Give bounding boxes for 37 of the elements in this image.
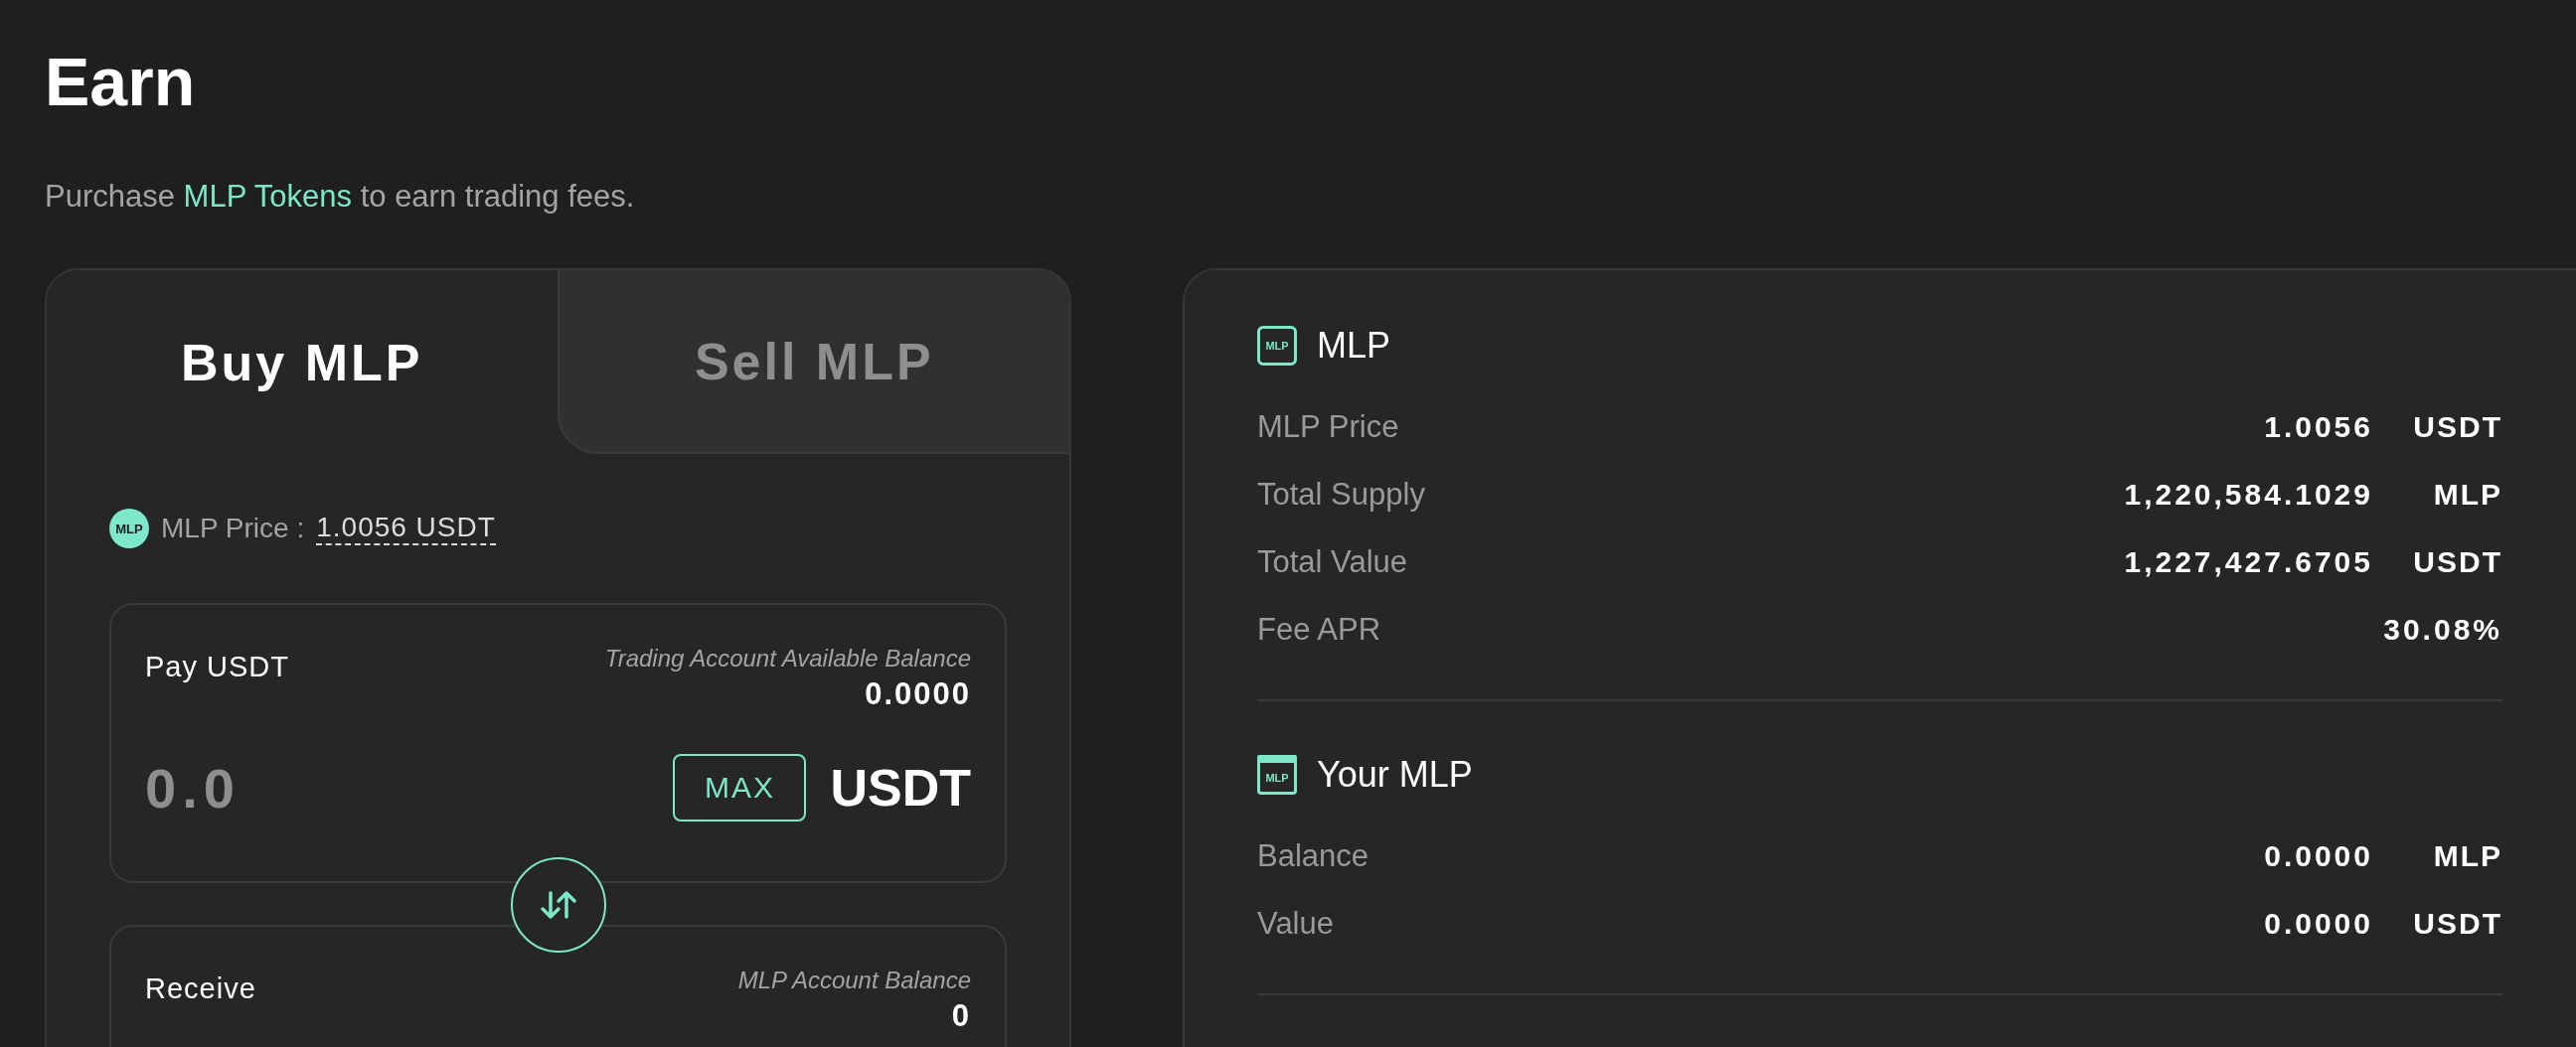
stat-value: 1,227,427.6705 bbox=[2124, 545, 2373, 579]
balance-value: 0 bbox=[951, 998, 971, 1034]
price-label: MLP Price : bbox=[161, 513, 305, 544]
section-title: Your MLP bbox=[1317, 754, 1473, 796]
mlp-tokens-link[interactable]: MLP Tokens bbox=[183, 179, 353, 214]
stat-unit: MLP bbox=[2432, 478, 2502, 512]
stat-value: 0.0000 bbox=[2264, 907, 2373, 941]
stat-unit: USDT bbox=[2412, 410, 2502, 444]
token-badge: MLP bbox=[109, 509, 149, 548]
stat-value: 1,220,584.1029 bbox=[2124, 478, 2373, 512]
stat-value: 30.08% bbox=[2383, 613, 2502, 647]
stat-label: Value bbox=[1257, 906, 1335, 942]
token-badge: MLP bbox=[1257, 326, 1297, 366]
stat-label: MLP Price bbox=[1257, 409, 1400, 445]
max-button[interactable]: MAX bbox=[673, 754, 807, 822]
stat-label: Balance bbox=[1257, 838, 1370, 874]
token-badge: MLP bbox=[1257, 755, 1297, 795]
page-subtitle: Purchase MLP Tokens to earn trading fees. bbox=[45, 178, 635, 216]
tab[interactable]: Sell MLP bbox=[557, 270, 1069, 454]
page-title: Earn bbox=[45, 43, 196, 121]
balance-value: 0.0000 bbox=[865, 676, 971, 712]
section-title: MLP bbox=[1317, 325, 1391, 367]
balance-label: MLP Account Balance bbox=[737, 967, 971, 994]
stat-value: 0.0000 bbox=[2264, 839, 2373, 873]
currency-label: USDT bbox=[830, 758, 971, 818]
stat-label: Total Supply bbox=[1257, 477, 1426, 513]
stat-unit: USDT bbox=[2412, 907, 2502, 941]
pay-label: Pay USDT bbox=[145, 651, 289, 683]
stat-label: Fee APR bbox=[1257, 612, 1382, 648]
stat-unit: MLP bbox=[2432, 839, 2502, 873]
balance-label: Trading Account Available Balance bbox=[604, 645, 971, 673]
stat-unit: USDT bbox=[2412, 545, 2502, 579]
price-value[interactable]: 1.0056 USDT bbox=[316, 512, 496, 545]
stat-label: Total Value bbox=[1257, 544, 1409, 580]
amount-input[interactable]: 0.0 bbox=[145, 755, 650, 821]
stat-value: 1.0056 bbox=[2264, 410, 2373, 444]
receive-label: Receive bbox=[145, 972, 256, 1005]
